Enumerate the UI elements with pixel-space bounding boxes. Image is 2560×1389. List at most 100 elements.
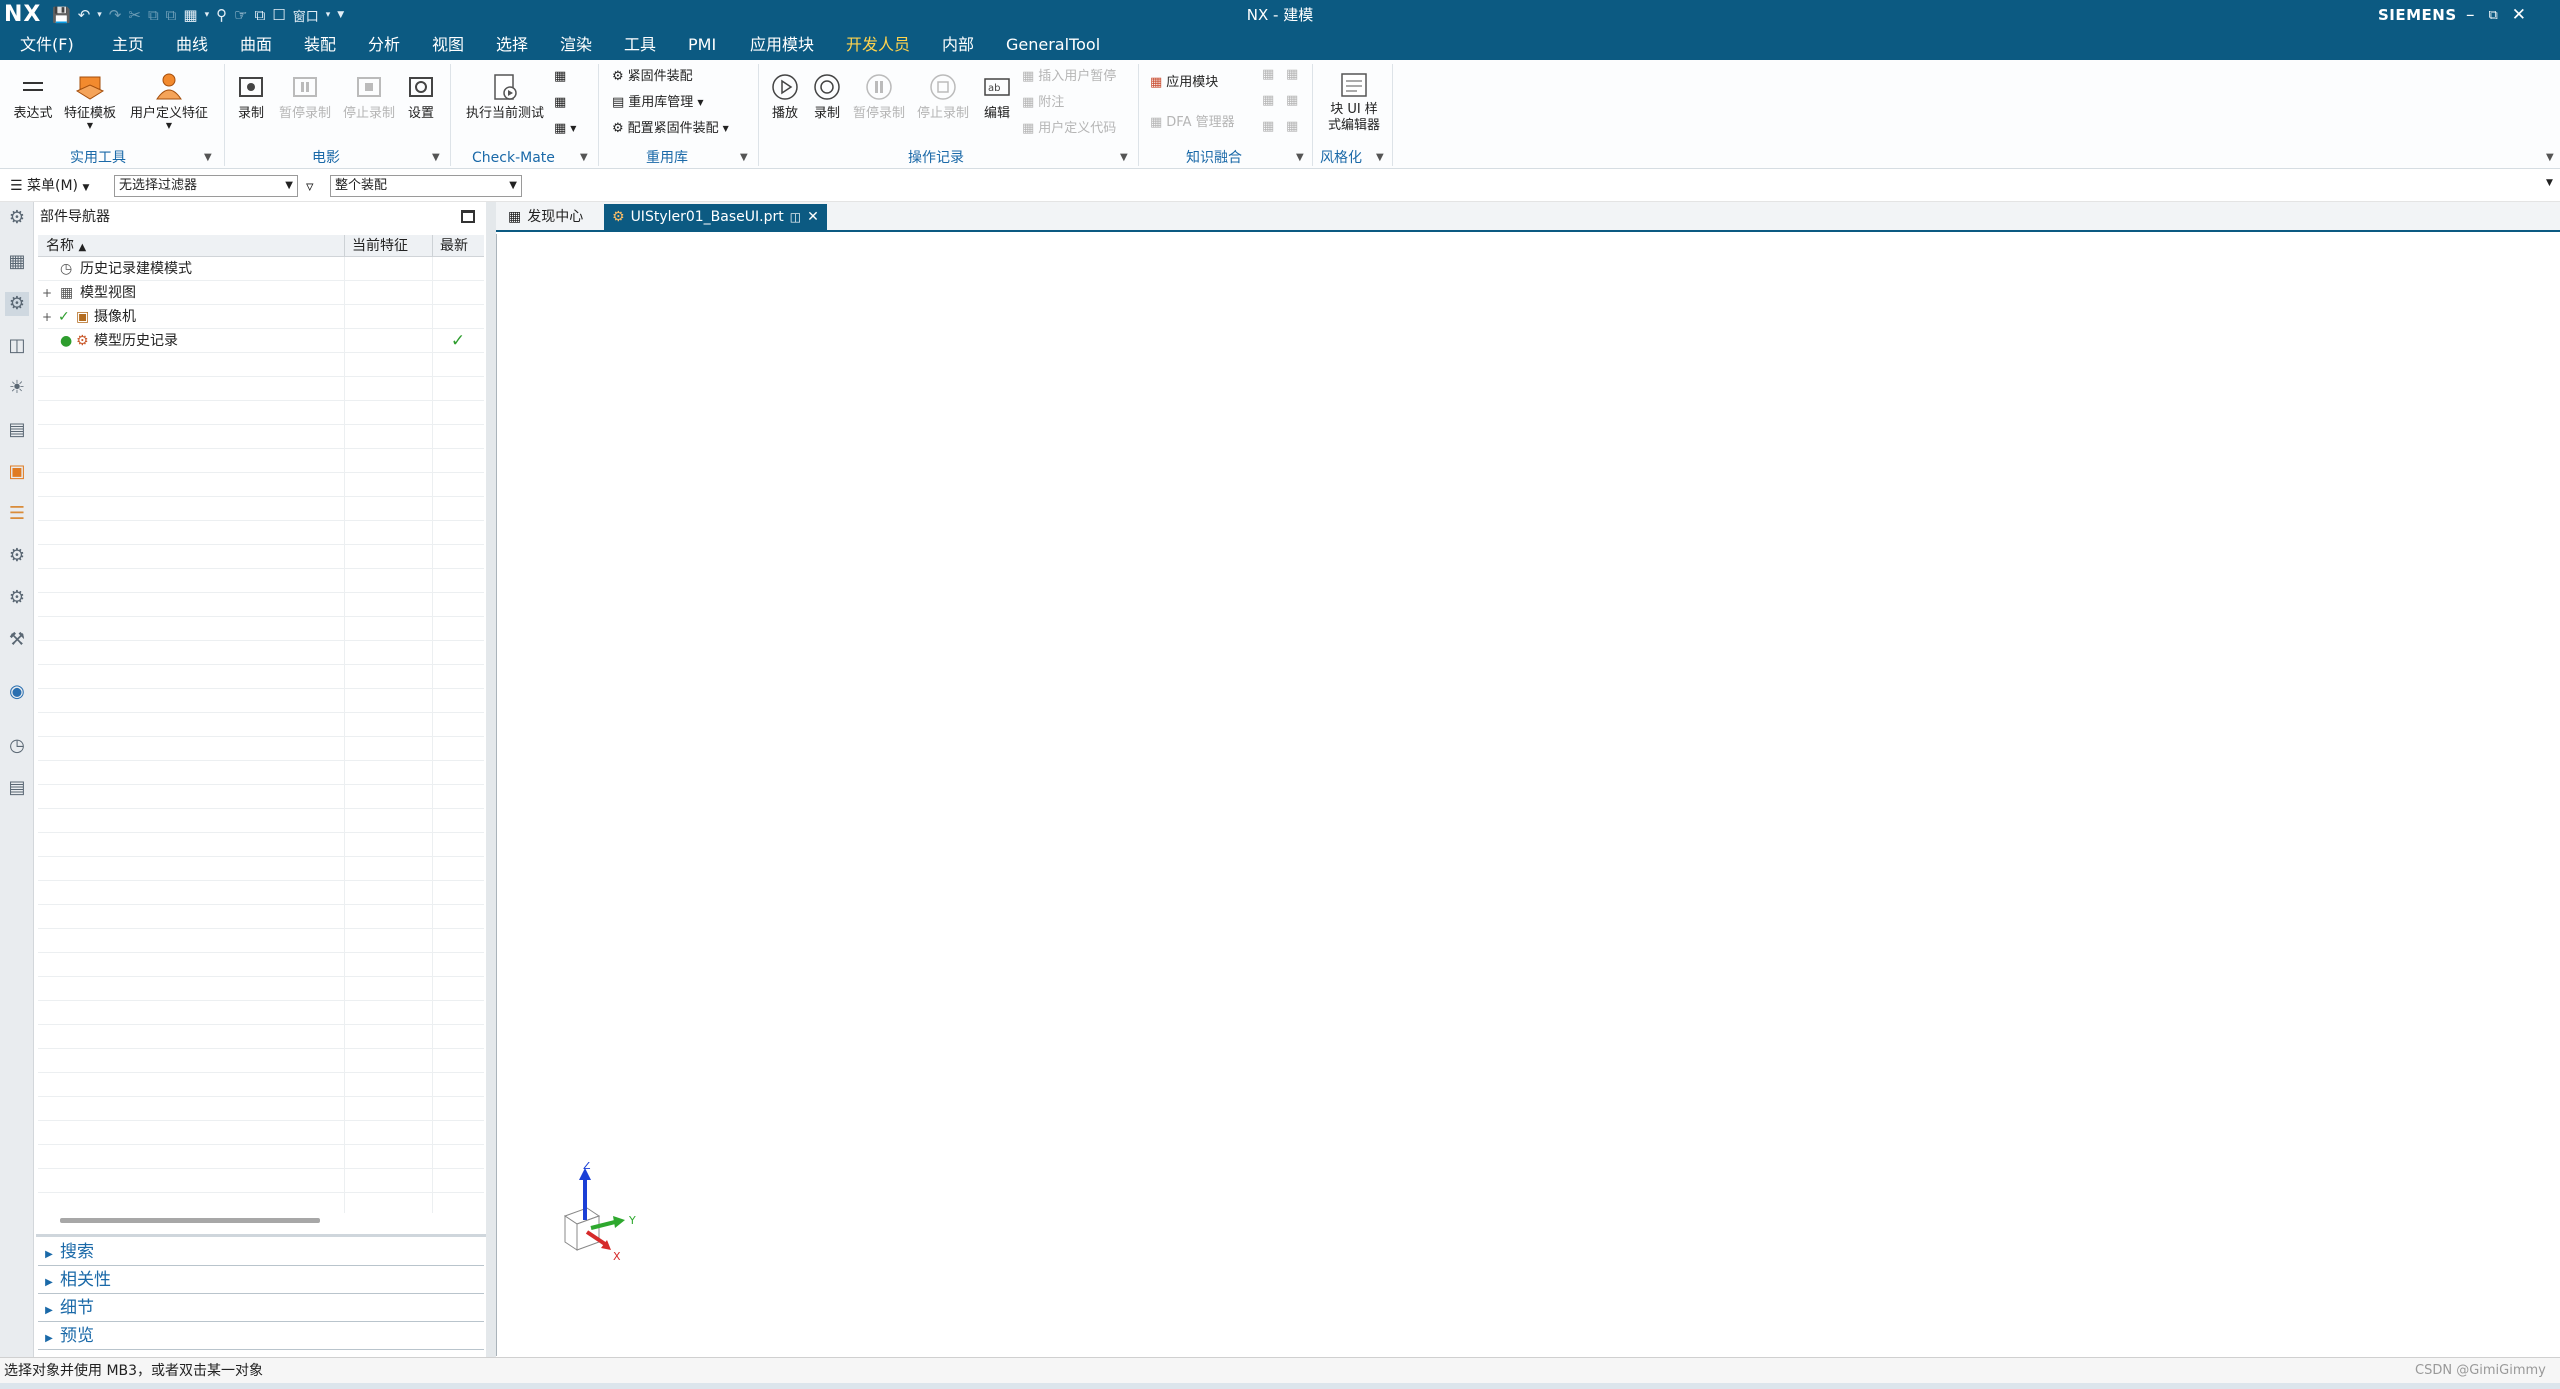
history-icon[interactable]: ◷ (5, 734, 29, 758)
panel-divider[interactable] (36, 1234, 486, 1237)
tree-row-model-views[interactable]: + ▦ 模型视图 (38, 281, 484, 305)
selection-filter-dropdown[interactable]: 无选择过滤器 ▼ (114, 175, 298, 197)
column-name[interactable]: 名称 ▲ (46, 235, 86, 259)
toolbar-options-icon[interactable]: ▼ (2546, 178, 2553, 188)
group-dropdown-icon[interactable]: ▼ (1120, 152, 1128, 163)
movie-settings-button[interactable]: 设置 (402, 68, 440, 122)
copy-icon[interactable]: ⧉ (148, 6, 159, 24)
tree-row-history-mode[interactable]: ◷ 历史记录建模模式 (38, 257, 484, 281)
menu-developer[interactable]: 开发人员 (846, 30, 910, 60)
menu-file[interactable]: 文件(F) (20, 30, 74, 60)
menu-surface[interactable]: 曲面 (240, 30, 272, 60)
section-preview[interactable]: ▶ 预览 (38, 1322, 484, 1350)
group-dropdown-icon[interactable]: ▼ (204, 152, 212, 163)
group-dropdown-icon[interactable]: ▼ (1296, 152, 1304, 163)
kf-icon-2[interactable]: ▦ (1286, 66, 1298, 84)
reuse-library-button[interactable]: ▤ 重用库管理 ▼ (612, 94, 703, 112)
process-studio-icon[interactable]: ⚙ (5, 544, 29, 568)
checkmate-small-icon-1[interactable]: ▦ (554, 68, 566, 86)
resource-settings-icon[interactable]: ⚙ (5, 206, 29, 230)
panel-splitter[interactable] (486, 202, 496, 1357)
close-tab-icon[interactable]: ✕ (807, 204, 819, 231)
web-browser-icon[interactable]: ▣ (5, 460, 29, 484)
undo-icon[interactable]: ↶ (78, 6, 91, 24)
movie-pause-button[interactable]: 暂停录制 (276, 68, 334, 122)
horizontal-scrollbar[interactable] (60, 1218, 320, 1223)
dfa-manager-button[interactable]: ▦ DFA 管理器 (1150, 114, 1235, 132)
checkmate-small-icon-2[interactable]: ▦ (554, 94, 566, 112)
group-dropdown-icon[interactable]: ▼ (740, 152, 748, 163)
touch-mode-icon[interactable]: ☞ (234, 6, 247, 24)
dropdown-icon[interactable]: ▾ (326, 10, 331, 20)
manufacturing-wizard-icon[interactable]: ⚙ (5, 586, 29, 610)
run-current-test-button[interactable]: 执行当前测试 (460, 68, 550, 122)
window-menu[interactable]: 窗口 (293, 6, 319, 25)
kf-icon-3[interactable]: ▦ (1262, 92, 1274, 110)
menu-select[interactable]: 选择 (496, 30, 528, 60)
menu-home[interactable]: 主页 (112, 30, 144, 60)
column-current-feature[interactable]: 当前特征 (352, 235, 408, 257)
fastener-assembly-button[interactable]: ⚙ 紧固件装配 (612, 68, 693, 86)
maximize-icon[interactable] (461, 210, 475, 223)
expand-icon[interactable]: + (42, 281, 52, 305)
menu-render[interactable]: 渲染 (560, 30, 592, 60)
kf-icon-6[interactable]: ▦ (1286, 118, 1298, 136)
constraint-navigator-icon[interactable]: ◫ (5, 334, 29, 358)
tree-row-model-history[interactable]: ● ⚙ 模型历史记录 ✓ (38, 329, 484, 353)
restore-icon[interactable]: ⧉ (2489, 8, 2498, 23)
menu-pmi[interactable]: PMI (688, 30, 716, 60)
expand-icon[interactable]: + (42, 305, 52, 329)
column-latest[interactable]: 最新 (440, 235, 468, 257)
ribbon-options-icon[interactable]: ▼ (2546, 152, 2554, 163)
kf-icon-1[interactable]: ▦ (1262, 66, 1274, 84)
movie-record-button[interactable]: 录制 (232, 68, 270, 122)
block-ui-styler-button[interactable]: 块 UI 样式编辑器 (1320, 68, 1388, 134)
tree-row-cameras[interactable]: + ✓ ▣ 摄像机 (38, 305, 484, 329)
selection-scope-dropdown[interactable]: 整个装配 ▼ (330, 175, 522, 197)
hd3d-tools-icon[interactable]: ▤ (5, 418, 29, 442)
movie-stop-button[interactable]: 停止录制 (340, 68, 398, 122)
minimize-icon[interactable]: – (2466, 5, 2475, 25)
pin-icon[interactable]: ◫ (790, 204, 801, 231)
kf-icon-5[interactable]: ▦ (1262, 118, 1274, 136)
menu-applications[interactable]: 应用模块 (750, 30, 814, 60)
role-icon[interactable]: ⚒ (5, 628, 29, 652)
system-materials-icon[interactable]: ◉ (5, 680, 29, 704)
switch-window-icon[interactable]: ⧉ (255, 6, 266, 24)
app-module-button[interactable]: ▦ 应用模块 (1150, 74, 1218, 92)
group-dropdown-icon[interactable]: ▼ (432, 152, 440, 163)
tab-part-file[interactable]: ⚙ UIStyler01_BaseUI.prt ◫ ✕ (604, 204, 827, 231)
menu-analysis[interactable]: 分析 (368, 30, 400, 60)
menu-internal[interactable]: 内部 (942, 30, 974, 60)
menu-generaltool[interactable]: GeneralTool (1006, 30, 1100, 60)
user-defined-feature-button[interactable]: 用户定义特征 ▼ (124, 68, 214, 130)
microphone-icon[interactable]: ⚲ (216, 6, 227, 24)
journal-record-button[interactable]: 录制 (808, 68, 846, 122)
journal-play-button[interactable]: 播放 (766, 68, 804, 122)
section-search[interactable]: ▶ 搜索 (38, 1238, 484, 1266)
save-icon[interactable]: 💾 (52, 6, 71, 24)
menu-assembly[interactable]: 装配 (304, 30, 336, 60)
window-icon[interactable]: ☐ (272, 6, 285, 24)
checkmate-small-icon-3[interactable]: ▦ ▼ (554, 120, 576, 138)
redo-icon[interactable]: ↷ (109, 6, 122, 24)
paste-icon[interactable]: ⧉ (166, 6, 177, 24)
menu-curve[interactable]: 曲线 (176, 30, 208, 60)
insert-user-pause-button[interactable]: ▦ 插入用户暂停 (1022, 68, 1116, 86)
group-dropdown-icon[interactable]: ▼ (1376, 152, 1384, 163)
group-dropdown-icon[interactable]: ▼ (580, 152, 588, 163)
kf-icon-4[interactable]: ▦ (1286, 92, 1298, 110)
history-palette-icon[interactable]: ☰ (5, 502, 29, 526)
journal-edit-button[interactable]: ab 编辑 (978, 68, 1016, 122)
cut-icon[interactable]: ✂ (128, 6, 141, 24)
feature-template-button[interactable]: 特征模板 ▼ (60, 68, 120, 130)
expression-button[interactable]: 表达式 (8, 68, 58, 122)
configure-fastener-button[interactable]: ⚙ 配置紧固件装配 ▼ (612, 120, 729, 138)
graphics-window[interactable]: Z Y X (496, 234, 2560, 1356)
close-icon[interactable]: ✕ (2512, 5, 2526, 25)
filter-icon[interactable]: ▿ (306, 175, 314, 197)
menu-view[interactable]: 视图 (432, 30, 464, 60)
system-scenes-icon[interactable]: ▤ (5, 776, 29, 800)
menu-button[interactable]: ☰ 菜单(M) ▼ (10, 175, 89, 199)
part-navigator-icon[interactable]: ⚙ (5, 292, 29, 316)
